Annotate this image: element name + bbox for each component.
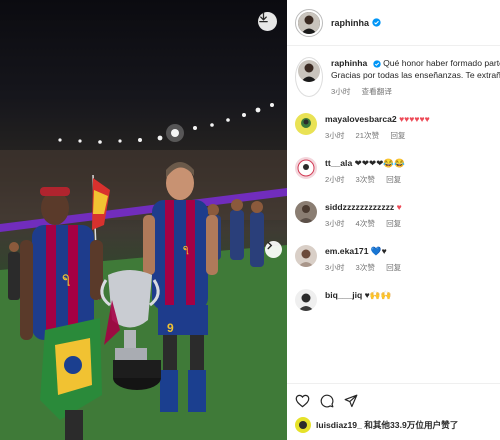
reply-button[interactable]: 回复 bbox=[386, 263, 401, 272]
chevron-right-icon bbox=[267, 241, 273, 250]
comment-line: mayalovesbarca2 ♥♥♥♥♥♥ bbox=[325, 113, 500, 125]
comment-username[interactable]: em.eka171 bbox=[325, 246, 369, 256]
comment-body: biq___jiq ♥🙌🙌 bbox=[325, 289, 500, 311]
comment-item: biq___jiq ♥🙌🙌 bbox=[287, 289, 500, 311]
caption-text-1: Qué honor haber formado parte de tu bbox=[383, 58, 500, 68]
comment-text: ♥♥♥♥♥♥ bbox=[399, 114, 430, 124]
commenter-avatar-image bbox=[295, 157, 317, 179]
comment-item: tt__ala ❤❤❤❤😂😂 2小时 3次赞 回复 bbox=[287, 157, 500, 185]
comment-likes[interactable]: 4次赞 bbox=[356, 219, 375, 228]
comment-likes[interactable]: 21次赞 bbox=[356, 131, 380, 140]
liked-by-text[interactable]: luisdiaz19_ 和其他33.9万位用户赞了 bbox=[316, 419, 458, 431]
comment-text: ♥🙌🙌 bbox=[364, 290, 392, 300]
action-icons bbox=[295, 394, 500, 408]
commenter-avatar[interactable] bbox=[295, 157, 317, 179]
liked-by-avatar-image bbox=[295, 417, 311, 433]
celebration-illustration: ရ 9 ရ bbox=[0, 103, 287, 440]
comment-text: 💙♥ bbox=[370, 246, 387, 256]
comment-username[interactable]: siddzzzzzzzzzzzz bbox=[325, 202, 394, 212]
comment-line: siddzzzzzzzzzzzz ♥ bbox=[325, 201, 500, 213]
reply-button[interactable]: 回复 bbox=[390, 131, 405, 140]
caption-text-2: Gracias por todas las enseñanzas. Te ext… bbox=[331, 70, 500, 80]
comment-item: mayalovesbarca2 ♥♥♥♥♥♥ 3小时 21次赞 回复 bbox=[287, 113, 500, 141]
post-actions: luisdiaz19_ 和其他33.9万位用户赞了 bbox=[287, 383, 500, 440]
comment-meta: 2小时 3次赞 回复 bbox=[325, 174, 500, 185]
comment-line: em.eka171 💙♥ bbox=[325, 245, 500, 257]
comments-list: raphinha Qué honor haber formado parte d… bbox=[287, 57, 500, 382]
caption-avatar bbox=[298, 60, 320, 82]
caption-avatar-ring[interactable] bbox=[295, 57, 323, 97]
comment-body: mayalovesbarca2 ♥♥♥♥♥♥ 3小时 21次赞 回复 bbox=[325, 113, 500, 141]
commenter-avatar-image bbox=[295, 245, 317, 267]
comment-username[interactable]: tt__ala bbox=[325, 158, 352, 168]
comment-username[interactable]: biq___jiq bbox=[325, 290, 362, 300]
svg-text:9: 9 bbox=[167, 321, 174, 335]
commenter-avatar[interactable] bbox=[295, 289, 317, 311]
comment-time: 2小时 bbox=[325, 175, 345, 184]
caption-time: 3小时 bbox=[331, 87, 351, 96]
author-avatar-ring[interactable] bbox=[295, 8, 323, 37]
share-send-icon[interactable] bbox=[344, 394, 358, 408]
comment-text: ❤❤❤❤😂😂 bbox=[354, 158, 405, 168]
comment-meta: 3小时 21次赞 回复 bbox=[325, 130, 500, 141]
comment-meta: 3小时 3次赞 回复 bbox=[325, 262, 500, 273]
comment-text: ♥ bbox=[396, 202, 402, 212]
author-username[interactable]: raphinha bbox=[331, 18, 369, 28]
commenter-avatar[interactable] bbox=[295, 245, 317, 267]
comment-bubble-icon[interactable] bbox=[320, 394, 334, 408]
caption-body: raphinha Qué honor haber formado parte d… bbox=[331, 57, 500, 97]
comment-likes[interactable]: 3次赞 bbox=[356, 263, 375, 272]
comment-body: em.eka171 💙♥ 3小时 3次赞 回复 bbox=[325, 245, 500, 273]
commenter-avatar-image bbox=[295, 201, 317, 223]
verified-badge-icon bbox=[373, 60, 381, 68]
comment-item: siddzzzzzzzzzzzz ♥ 3小时 4次赞 回复 bbox=[287, 201, 500, 229]
author-avatar-image bbox=[298, 11, 320, 34]
comment-time: 3小时 bbox=[325, 219, 345, 228]
like-heart-icon[interactable] bbox=[295, 394, 310, 408]
caption-avatar-image bbox=[298, 60, 320, 82]
download-button[interactable] bbox=[258, 12, 277, 31]
post-sidebar: raphinha raphinha Qué honor haber formad… bbox=[287, 0, 500, 440]
liked-by-row: luisdiaz19_ 和其他33.9万位用户赞了 bbox=[295, 417, 500, 433]
comment-likes[interactable]: 3次赞 bbox=[356, 175, 375, 184]
comment-item: em.eka171 💙♥ 3小时 3次赞 回复 bbox=[287, 245, 500, 273]
comment-body: siddzzzzzzzzzzzz ♥ 3小时 4次赞 回复 bbox=[325, 201, 500, 229]
caption: raphinha Qué honor haber formado parte d… bbox=[287, 57, 500, 97]
verified-badge-icon bbox=[372, 18, 381, 27]
post-header: raphinha bbox=[287, 0, 500, 46]
comment-line: tt__ala ❤❤❤❤😂😂 bbox=[325, 157, 500, 169]
comment-body: tt__ala ❤❤❤❤😂😂 2小时 3次赞 回复 bbox=[325, 157, 500, 185]
next-image-button[interactable] bbox=[265, 241, 282, 258]
commenter-avatar[interactable] bbox=[295, 113, 317, 135]
commenter-avatar-image bbox=[295, 289, 317, 311]
comment-meta: 3小时 4次赞 回复 bbox=[325, 218, 500, 229]
author-avatar bbox=[298, 11, 320, 34]
comment-username[interactable]: mayalovesbarca2 bbox=[325, 114, 397, 124]
comment-line: biq___jiq ♥🙌🙌 bbox=[325, 289, 500, 301]
post-photo: ရ 9 ရ bbox=[0, 0, 287, 440]
comment-time: 3小时 bbox=[325, 263, 345, 272]
reply-button[interactable]: 回复 bbox=[386, 219, 401, 228]
liked-by-avatar[interactable] bbox=[295, 417, 311, 433]
download-icon bbox=[259, 12, 268, 23]
caption-line-1: raphinha Qué honor haber formado parte d… bbox=[331, 57, 500, 69]
caption-meta: 3小时 查看翻译 bbox=[331, 86, 500, 97]
translate-link[interactable]: 查看翻译 bbox=[362, 87, 392, 96]
caption-username[interactable]: raphinha bbox=[331, 58, 367, 68]
comment-time: 3小时 bbox=[325, 131, 345, 140]
commenter-avatar-image bbox=[295, 113, 317, 135]
reply-button[interactable]: 回复 bbox=[386, 175, 401, 184]
commenter-avatar[interactable] bbox=[295, 201, 317, 223]
